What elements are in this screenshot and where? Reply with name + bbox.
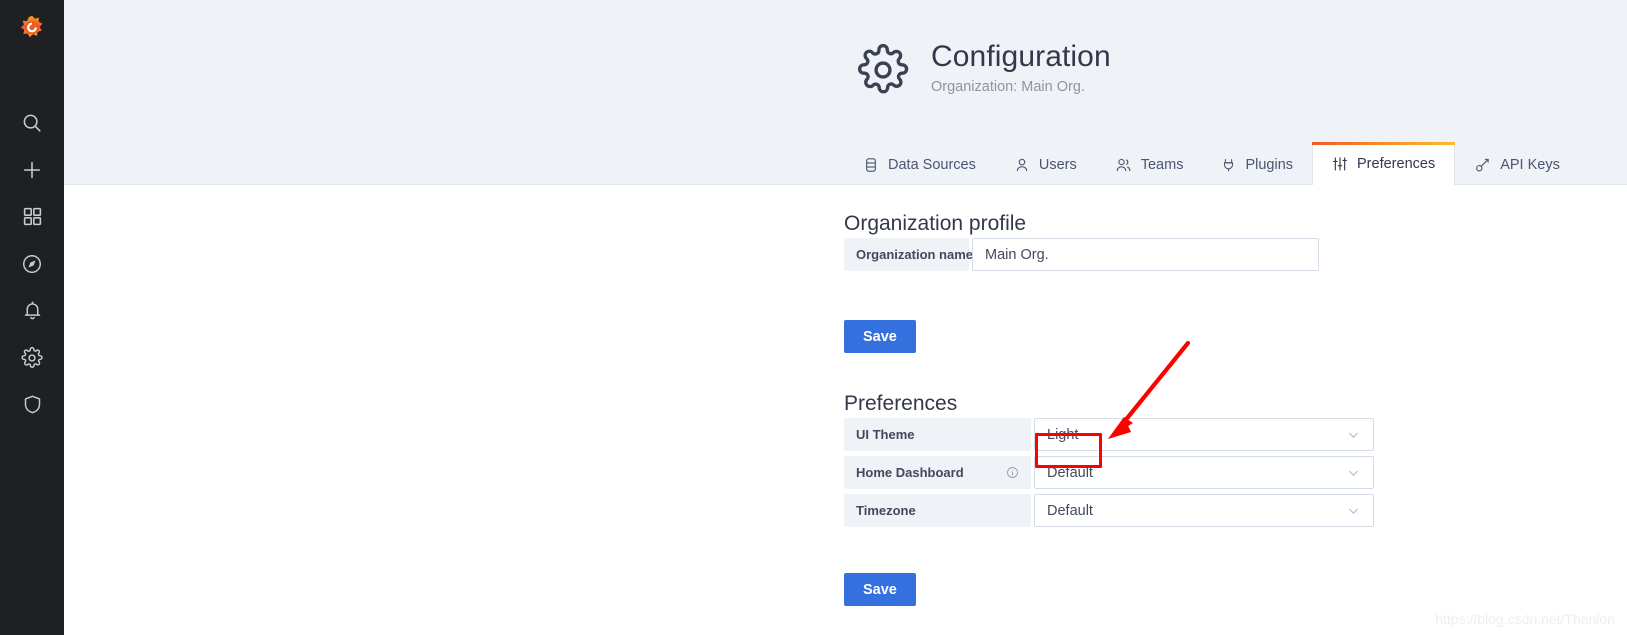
gear-icon <box>21 346 43 369</box>
info-circle-icon[interactable] <box>990 466 1019 479</box>
sidebar-item-server-admin[interactable] <box>0 381 64 428</box>
config-tab-bar: Data Sources Users Teams Plugins Prefere… <box>844 142 1579 185</box>
page-header: Configuration Organization: Main Org. Da… <box>64 0 1627 185</box>
org-name-row: Organization name <box>844 238 1319 271</box>
save-preferences-button[interactable]: Save <box>844 573 916 606</box>
key-icon <box>1474 157 1491 173</box>
tab-teams[interactable]: Teams <box>1096 144 1203 185</box>
org-profile-title: Organization profile <box>844 212 1027 235</box>
users-icon <box>1115 157 1132 173</box>
tab-preferences[interactable]: Preferences <box>1312 142 1456 185</box>
ui-theme-row: UI Theme Light <box>844 418 1374 451</box>
sidebar-item-dashboards[interactable] <box>0 193 64 240</box>
save-org-profile-button[interactable]: Save <box>844 320 916 353</box>
preferences-title: Preferences <box>844 392 958 415</box>
search-icon <box>21 112 43 134</box>
compass-icon <box>21 253 43 275</box>
main-content-area: Configuration Organization: Main Org. Da… <box>64 0 1627 635</box>
org-name-input[interactable] <box>972 238 1319 271</box>
timezone-label: Timezone <box>844 494 1031 527</box>
timezone-value: Default <box>1047 502 1093 519</box>
timezone-row: Timezone Default <box>844 494 1374 527</box>
gear-icon <box>857 43 909 101</box>
tab-api-keys[interactable]: API Keys <box>1455 144 1579 185</box>
tab-users[interactable]: Users <box>995 144 1096 185</box>
page-heading-group: Configuration Organization: Main Org. <box>857 40 1111 101</box>
sidebar-item-configuration[interactable] <box>0 334 64 381</box>
bell-icon <box>22 300 43 321</box>
sidebar-item-alerting[interactable] <box>0 287 64 334</box>
sidebar-item-search[interactable] <box>0 99 64 146</box>
ui-theme-select[interactable]: Light <box>1034 418 1374 451</box>
sliders-icon <box>1332 156 1348 172</box>
home-dashboard-row: Home Dashboard Default <box>844 456 1374 489</box>
grafana-logo-icon[interactable] <box>0 0 64 62</box>
tab-label: Plugins <box>1245 156 1294 173</box>
tab-label: API Keys <box>1500 156 1560 173</box>
tab-label: Users <box>1038 156 1077 173</box>
dashboards-icon <box>22 206 43 227</box>
org-name-label: Organization name <box>844 238 973 271</box>
shield-icon <box>22 394 43 415</box>
preferences-content: Organization profile Organization name S… <box>64 186 1627 635</box>
main-sidebar <box>0 0 64 635</box>
sidebar-item-explore[interactable] <box>0 240 64 287</box>
tab-data-sources[interactable]: Data Sources <box>844 144 995 185</box>
ui-theme-label: UI Theme <box>844 418 1031 451</box>
tab-label: Data Sources <box>888 156 976 173</box>
chevron-down-icon <box>1347 466 1360 479</box>
database-icon <box>863 157 879 173</box>
tab-label: Teams <box>1140 156 1184 173</box>
page-subtitle: Organization: Main Org. <box>931 79 1085 95</box>
home-dashboard-select[interactable]: Default <box>1034 456 1374 489</box>
grafana-configuration-page: Configuration Organization: Main Org. Da… <box>0 0 1627 635</box>
timezone-select[interactable]: Default <box>1034 494 1374 527</box>
plus-icon <box>21 159 43 181</box>
user-icon <box>1014 157 1030 173</box>
tab-label: Preferences <box>1357 156 1436 172</box>
plug-icon <box>1221 157 1236 173</box>
chevron-down-icon <box>1347 504 1360 517</box>
tab-plugins[interactable]: Plugins <box>1202 144 1312 185</box>
watermark-text: https://blog.csdn.net/Thanlon <box>1435 611 1615 627</box>
home-dashboard-label-text: Home Dashboard <box>856 465 964 480</box>
sidebar-item-create[interactable] <box>0 146 64 193</box>
home-dashboard-value: Default <box>1047 464 1093 481</box>
chevron-down-icon <box>1347 428 1360 441</box>
page-title: Configuration <box>931 40 1111 73</box>
ui-theme-value: Light <box>1047 426 1079 443</box>
home-dashboard-label: Home Dashboard <box>844 456 1031 489</box>
